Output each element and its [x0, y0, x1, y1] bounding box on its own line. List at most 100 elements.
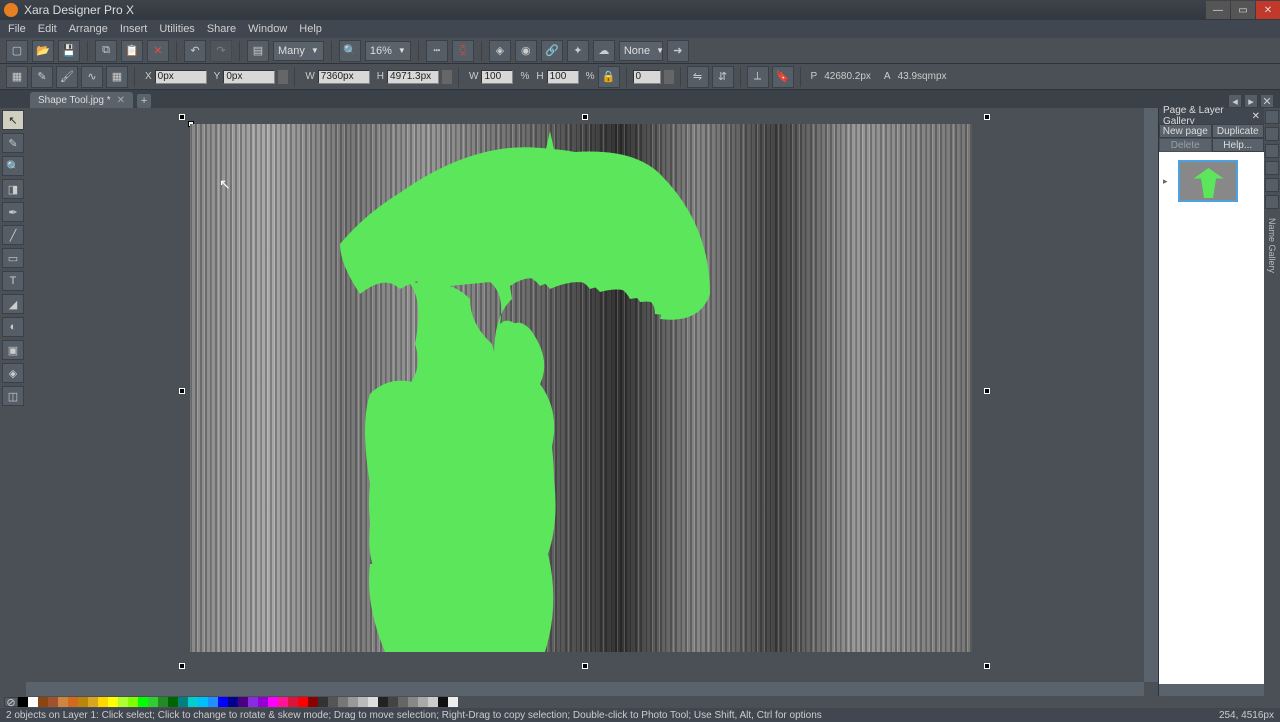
color-swatch[interactable]: [148, 697, 158, 707]
duplicate-button[interactable]: Duplicate: [1212, 124, 1265, 138]
smudge-icon[interactable]: ∿: [81, 66, 103, 88]
shape-editor-tool[interactable]: ✎: [2, 133, 24, 153]
menu-share[interactable]: Share: [207, 23, 236, 35]
menu-window[interactable]: Window: [248, 23, 287, 35]
extrude-tool[interactable]: ◫: [2, 386, 24, 406]
redo-button[interactable]: ↷: [210, 40, 232, 62]
xy-spinner[interactable]: [278, 70, 288, 84]
h-input[interactable]: [387, 70, 439, 84]
copy-button[interactable]: ⧉: [95, 40, 117, 62]
canvas-area[interactable]: ↖: [26, 108, 1158, 696]
selection-handle[interactable]: [179, 388, 185, 394]
selection-handle[interactable]: [179, 114, 185, 120]
minimize-button[interactable]: —: [1206, 1, 1230, 19]
new-tab-button[interactable]: +: [137, 94, 151, 108]
selection-handle[interactable]: [582, 663, 588, 669]
eraser-tool[interactable]: ◨: [2, 179, 24, 199]
color-swatch[interactable]: [418, 697, 428, 707]
tag-icon[interactable]: 🔖: [772, 66, 794, 88]
gallery4-icon[interactable]: [1265, 161, 1279, 175]
gallery5-icon[interactable]: [1265, 178, 1279, 192]
flip-h-icon[interactable]: ⇋: [687, 66, 709, 88]
color-swatch[interactable]: [68, 697, 78, 707]
menu-utilities[interactable]: Utilities: [159, 23, 194, 35]
rectangle-tool[interactable]: ▭: [2, 248, 24, 268]
delete-button[interactable]: Delete: [1159, 138, 1212, 152]
y-input[interactable]: [223, 70, 275, 84]
selection-handle[interactable]: [984, 388, 990, 394]
color-swatch[interactable]: [18, 697, 28, 707]
gallery6-icon[interactable]: [1265, 195, 1279, 209]
prop-dropdown[interactable]: None▼: [619, 41, 663, 61]
zoom-dropdown[interactable]: 16%▼: [365, 41, 411, 61]
color-swatch[interactable]: [428, 697, 438, 707]
brush-icon[interactable]: 🖌: [56, 66, 78, 88]
color-swatch[interactable]: [158, 697, 168, 707]
lock-aspect-icon[interactable]: 🔒: [598, 66, 620, 88]
color-swatch[interactable]: [118, 697, 128, 707]
picker1-button[interactable]: ◈: [489, 40, 511, 62]
angle-spinner[interactable]: [664, 70, 674, 84]
color-swatch[interactable]: [228, 697, 238, 707]
newpage-button[interactable]: New page: [1159, 124, 1212, 138]
color-swatch[interactable]: [358, 697, 368, 707]
paste-button[interactable]: 📋: [121, 40, 143, 62]
color-swatch[interactable]: [188, 697, 198, 707]
snap-button[interactable]: ⧲: [452, 40, 474, 62]
tab-close-icon[interactable]: ✕: [117, 95, 125, 106]
hp-input[interactable]: [547, 70, 579, 84]
tab-shape-tool[interactable]: Shape Tool.jpg * ✕: [30, 92, 133, 108]
vertical-scrollbar[interactable]: [1144, 108, 1158, 682]
freehand-icon[interactable]: ✎: [31, 66, 53, 88]
color-swatch[interactable]: [328, 697, 338, 707]
maximize-button[interactable]: ▭: [1231, 1, 1255, 19]
line-style-button[interactable]: ┅: [426, 40, 448, 62]
color-swatch[interactable]: [28, 697, 38, 707]
wp-input[interactable]: [481, 70, 513, 84]
selection-type-dropdown[interactable]: Many▼: [273, 41, 324, 61]
color-swatch[interactable]: [348, 697, 358, 707]
color-swatch[interactable]: [98, 697, 108, 707]
gallery1-icon[interactable]: [1265, 110, 1279, 124]
color-swatch[interactable]: [438, 697, 448, 707]
color-swatch[interactable]: [378, 697, 388, 707]
color-swatch[interactable]: [38, 697, 48, 707]
color-swatch[interactable]: [318, 697, 328, 707]
horizontal-scrollbar[interactable]: [26, 682, 1144, 696]
selector-tool[interactable]: ↖: [2, 110, 24, 130]
pen-tool[interactable]: ✒: [2, 202, 24, 222]
x-input[interactable]: [155, 70, 207, 84]
menu-help[interactable]: Help: [299, 23, 322, 35]
effects-button[interactable]: ✦: [567, 40, 589, 62]
color-swatch[interactable]: [368, 697, 378, 707]
angle-input[interactable]: [633, 70, 661, 84]
color-swatch[interactable]: [88, 697, 98, 707]
page-thumbnail[interactable]: [1178, 160, 1238, 202]
web-button[interactable]: ☁: [593, 40, 615, 62]
color-swatch[interactable]: [58, 697, 68, 707]
color-swatch[interactable]: [448, 697, 458, 707]
color-swatch[interactable]: [388, 697, 398, 707]
menu-edit[interactable]: Edit: [38, 23, 57, 35]
tab-menu[interactable]: ✕: [1260, 94, 1274, 108]
open-button[interactable]: 📂: [32, 40, 54, 62]
panel-scrollbar[interactable]: [1159, 684, 1264, 696]
fill-tool[interactable]: ◢: [2, 294, 24, 314]
color-swatch[interactable]: [178, 697, 188, 707]
menu-file[interactable]: File: [8, 23, 26, 35]
color-swatch[interactable]: [198, 697, 208, 707]
menu-insert[interactable]: Insert: [120, 23, 148, 35]
color-swatch[interactable]: [308, 697, 318, 707]
layers-button[interactable]: ▤: [247, 40, 269, 62]
expand-icon[interactable]: ▸: [1163, 176, 1168, 187]
grid-icon[interactable]: ▦: [106, 66, 128, 88]
color-swatch[interactable]: [138, 697, 148, 707]
selection-handle[interactable]: [179, 663, 185, 669]
color-swatch[interactable]: [128, 697, 138, 707]
color-swatch[interactable]: [78, 697, 88, 707]
color-swatch[interactable]: [408, 697, 418, 707]
new-button[interactable]: ▢: [6, 40, 28, 62]
gallery2-icon[interactable]: [1265, 127, 1279, 141]
wh-spinner[interactable]: [442, 70, 452, 84]
gallery3-icon[interactable]: [1265, 144, 1279, 158]
